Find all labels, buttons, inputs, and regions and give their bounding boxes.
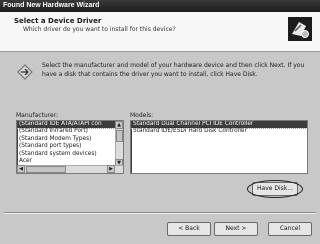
manufacturer-item[interactable]: (Standard Infrared Port)	[17, 128, 123, 135]
scroll-left-arrow-icon[interactable]: ◀	[17, 165, 25, 173]
manufacturer-item[interactable]: (Standard system devices)	[17, 151, 123, 158]
hardware-wizard-icon	[288, 17, 312, 41]
manufacturer-listbox[interactable]: (Standard IDE ATA/ATAPI con (Standard In…	[16, 120, 124, 174]
models-label: Models:	[130, 112, 154, 119]
manufacturer-item[interactable]: (Standard Modem Types)	[17, 136, 123, 143]
cancel-label: Cancel	[279, 225, 301, 232]
model-item[interactable]: Standard IDE/ESDI Hard Disk Controller	[131, 128, 307, 135]
window-title-bar[interactable]: Found New Hardware Wizard	[0, 0, 320, 12]
footer-separator	[4, 212, 316, 214]
manufacturer-label: Manufacturer:	[16, 112, 59, 119]
next-label: Next >	[225, 225, 247, 232]
scroll-up-arrow-icon[interactable]: ▲	[115, 121, 123, 129]
next-button[interactable]: Next >	[214, 222, 258, 236]
manufacturer-horizontal-scrollbar[interactable]: ◀ ▶	[17, 165, 123, 173]
scroll-right-arrow-icon[interactable]: ▶	[107, 165, 115, 173]
cancel-button[interactable]: Cancel	[268, 222, 312, 236]
scroll-thumb[interactable]	[116, 130, 123, 142]
models-listbox[interactable]: Standard Dual Channel PCI IDE Controller…	[130, 120, 308, 174]
manufacturer-vertical-scrollbar[interactable]: ▲ ▼	[115, 121, 123, 167]
instructions-text: Select the manufacturer and model of you…	[42, 62, 305, 78]
manufacturer-item[interactable]: (Standard IDE ATA/ATAPI con	[17, 121, 123, 130]
back-button[interactable]: < Back	[167, 222, 211, 236]
manufacturer-items: (Standard IDE ATA/ATAPI con (Standard In…	[17, 121, 123, 165]
manufacturer-item[interactable]: (Standard port types)	[17, 143, 123, 150]
wizard-header: Select a Device Driver Which driver do y…	[0, 12, 320, 52]
header-subtitle: Which driver do you want to install for …	[23, 26, 176, 33]
scroll-thumb[interactable]	[26, 166, 66, 173]
window-title: Found New Hardware Wizard	[3, 2, 100, 9]
back-label: < Back	[178, 225, 200, 232]
header-title: Select a Device Driver	[14, 17, 102, 25]
model-item[interactable]: Standard Dual Channel PCI IDE Controller	[131, 121, 307, 130]
have-disk-highlight-ring	[247, 180, 303, 198]
diamond-arrow-icon	[17, 64, 33, 80]
